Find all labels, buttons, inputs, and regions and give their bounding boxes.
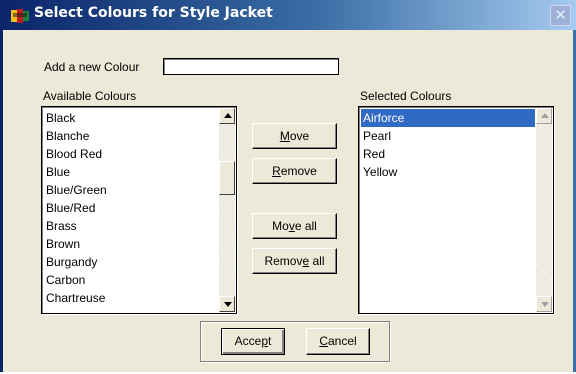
cancel-button[interactable]: Cancel: [306, 328, 370, 355]
available-list-items: Black Blanche Blood Red Blue Blue/Green Blue/…: [44, 109, 218, 307]
remove-all-button-label: Remove all: [264, 254, 325, 268]
available-colours-label: Available Colours: [43, 89, 137, 103]
list-item[interactable]: Brown: [44, 235, 218, 253]
scroll-thumb[interactable]: [219, 161, 235, 195]
list-item[interactable]: Blood Red: [44, 145, 218, 163]
available-scrollbar[interactable]: [219, 108, 235, 312]
selected-scrollbar[interactable]: [536, 108, 552, 312]
move-all-button[interactable]: Move all: [252, 213, 337, 239]
cancel-button-label: Cancel: [319, 334, 357, 348]
arrow-up-icon: [541, 113, 549, 118]
arrow-down-icon: [541, 302, 549, 307]
window-title: Select Colours for Style Jacket: [34, 5, 273, 21]
list-item[interactable]: Black: [44, 109, 218, 127]
remove-all-button[interactable]: Remove all: [252, 248, 337, 274]
dialog-window: Select Colours for Style Jacket ✕ Add a …: [0, 0, 576, 372]
list-item[interactable]: Blue/Green: [44, 181, 218, 199]
selected-colours-list[interactable]: Airforce Pearl Red Yellow: [358, 106, 554, 314]
list-item[interactable]: Pearl: [361, 127, 535, 145]
list-item[interactable]: Brass: [44, 217, 218, 235]
window-border-left: [0, 30, 3, 372]
list-item[interactable]: Chartreuse: [44, 289, 218, 307]
list-item[interactable]: Blue/Red: [44, 199, 218, 217]
move-button-label: Move: [279, 129, 310, 143]
add-colour-label: Add a new Colour: [44, 60, 140, 74]
app-icon: [11, 9, 29, 23]
close-button[interactable]: ✕: [550, 5, 571, 26]
arrow-down-icon: [224, 302, 232, 307]
add-colour-input[interactable]: [163, 58, 339, 75]
scroll-up-button[interactable]: [219, 108, 235, 124]
accept-button-label: Accept: [234, 334, 272, 348]
selected-colours-label: Selected Colours: [360, 89, 452, 103]
list-item[interactable]: Blanche: [44, 127, 218, 145]
title-bar[interactable]: Select Colours for Style Jacket ✕: [0, 0, 576, 30]
remove-button[interactable]: Remove: [252, 158, 337, 184]
scroll-down-button[interactable]: [219, 296, 235, 312]
remove-button-label: Remove: [272, 164, 317, 178]
accept-button[interactable]: Accept: [221, 328, 285, 355]
selected-list-items: Airforce Pearl Red Yellow: [361, 109, 535, 181]
scroll-down-button[interactable]: [536, 296, 552, 312]
available-colours-list[interactable]: Black Blanche Blood Red Blue Blue/Green Blue/…: [41, 106, 237, 314]
close-icon: ✕: [554, 6, 567, 24]
list-item[interactable]: Airforce: [361, 109, 535, 127]
move-button[interactable]: Move: [252, 123, 337, 149]
arrow-up-icon: [224, 113, 232, 118]
scroll-up-button[interactable]: [536, 108, 552, 124]
move-all-button-label: Move all: [272, 219, 317, 233]
list-item[interactable]: Blue: [44, 163, 218, 181]
list-item[interactable]: Burgandy: [44, 253, 218, 271]
list-item[interactable]: Yellow: [361, 163, 535, 181]
list-item[interactable]: Carbon: [44, 271, 218, 289]
list-item[interactable]: Red: [361, 145, 535, 163]
